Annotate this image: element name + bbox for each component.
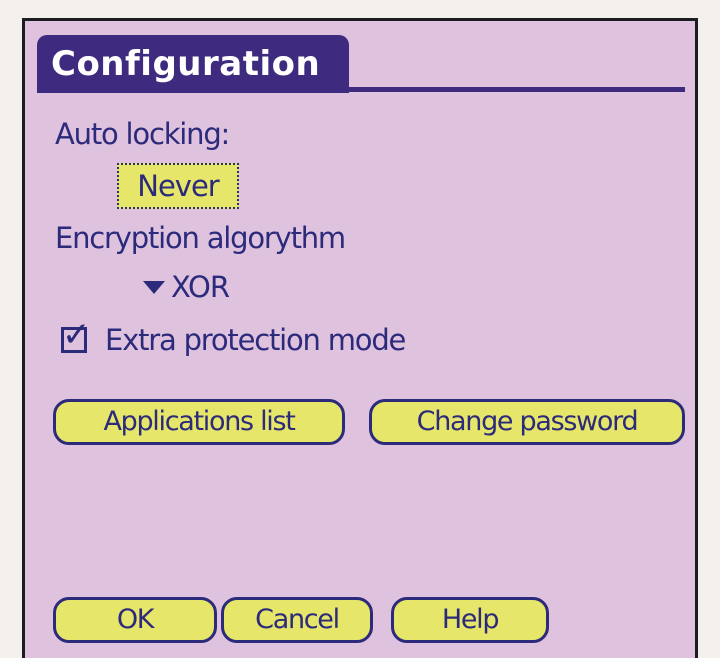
form-title: Configuration [37, 35, 349, 93]
auto-locking-label: Auto locking: [55, 117, 230, 151]
encryption-algorithm-value: XOR [171, 270, 230, 304]
extra-protection-checkbox[interactable]: ✓ [61, 318, 91, 353]
encryption-algorithm-dropdown[interactable]: XOR [143, 267, 230, 307]
encryption-algorithm-label: Encryption algorythm [55, 221, 346, 255]
extra-protection-label: Extra protection mode [105, 323, 406, 357]
device-screen: Configuration Auto locking: Never Encryp… [22, 18, 698, 658]
help-button[interactable]: Help [391, 597, 549, 643]
title-underline [37, 87, 685, 92]
auto-locking-selector[interactable]: Never [117, 163, 239, 209]
applications-list-button[interactable]: Applications list [53, 399, 345, 445]
ok-button[interactable]: OK [53, 597, 217, 643]
extra-protection-row[interactable]: ✓ Extra protection mode [61, 318, 406, 357]
checkmark-icon: ✓ [62, 315, 91, 355]
change-password-button[interactable]: Change password [369, 399, 685, 445]
dropdown-arrow-icon [143, 280, 165, 294]
cancel-button[interactable]: Cancel [221, 597, 373, 643]
